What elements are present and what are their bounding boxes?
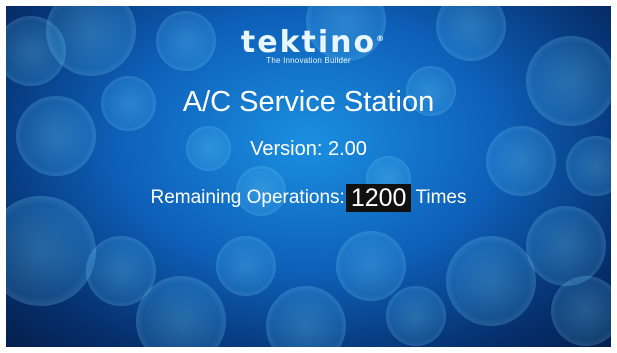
- registered-mark: ®: [376, 34, 387, 43]
- page-title: A/C Service Station: [182, 86, 435, 118]
- remaining-operations: Remaining Operations: 1200 Times: [6, 184, 611, 212]
- remaining-unit: Times: [415, 187, 467, 208]
- brand-logo: tektino ® The Innovation Builder: [6, 25, 611, 66]
- logo-text: tektino: [240, 25, 377, 60]
- remaining-label: Remaining Operations:: [150, 187, 345, 208]
- splash-screen: tektino ® The Innovation Builder A/C Ser…: [6, 6, 611, 347]
- remaining-count: 1200: [345, 184, 412, 212]
- version-label: Version: 2.00: [250, 138, 367, 160]
- logo-wordmark: tektino ®: [240, 25, 384, 60]
